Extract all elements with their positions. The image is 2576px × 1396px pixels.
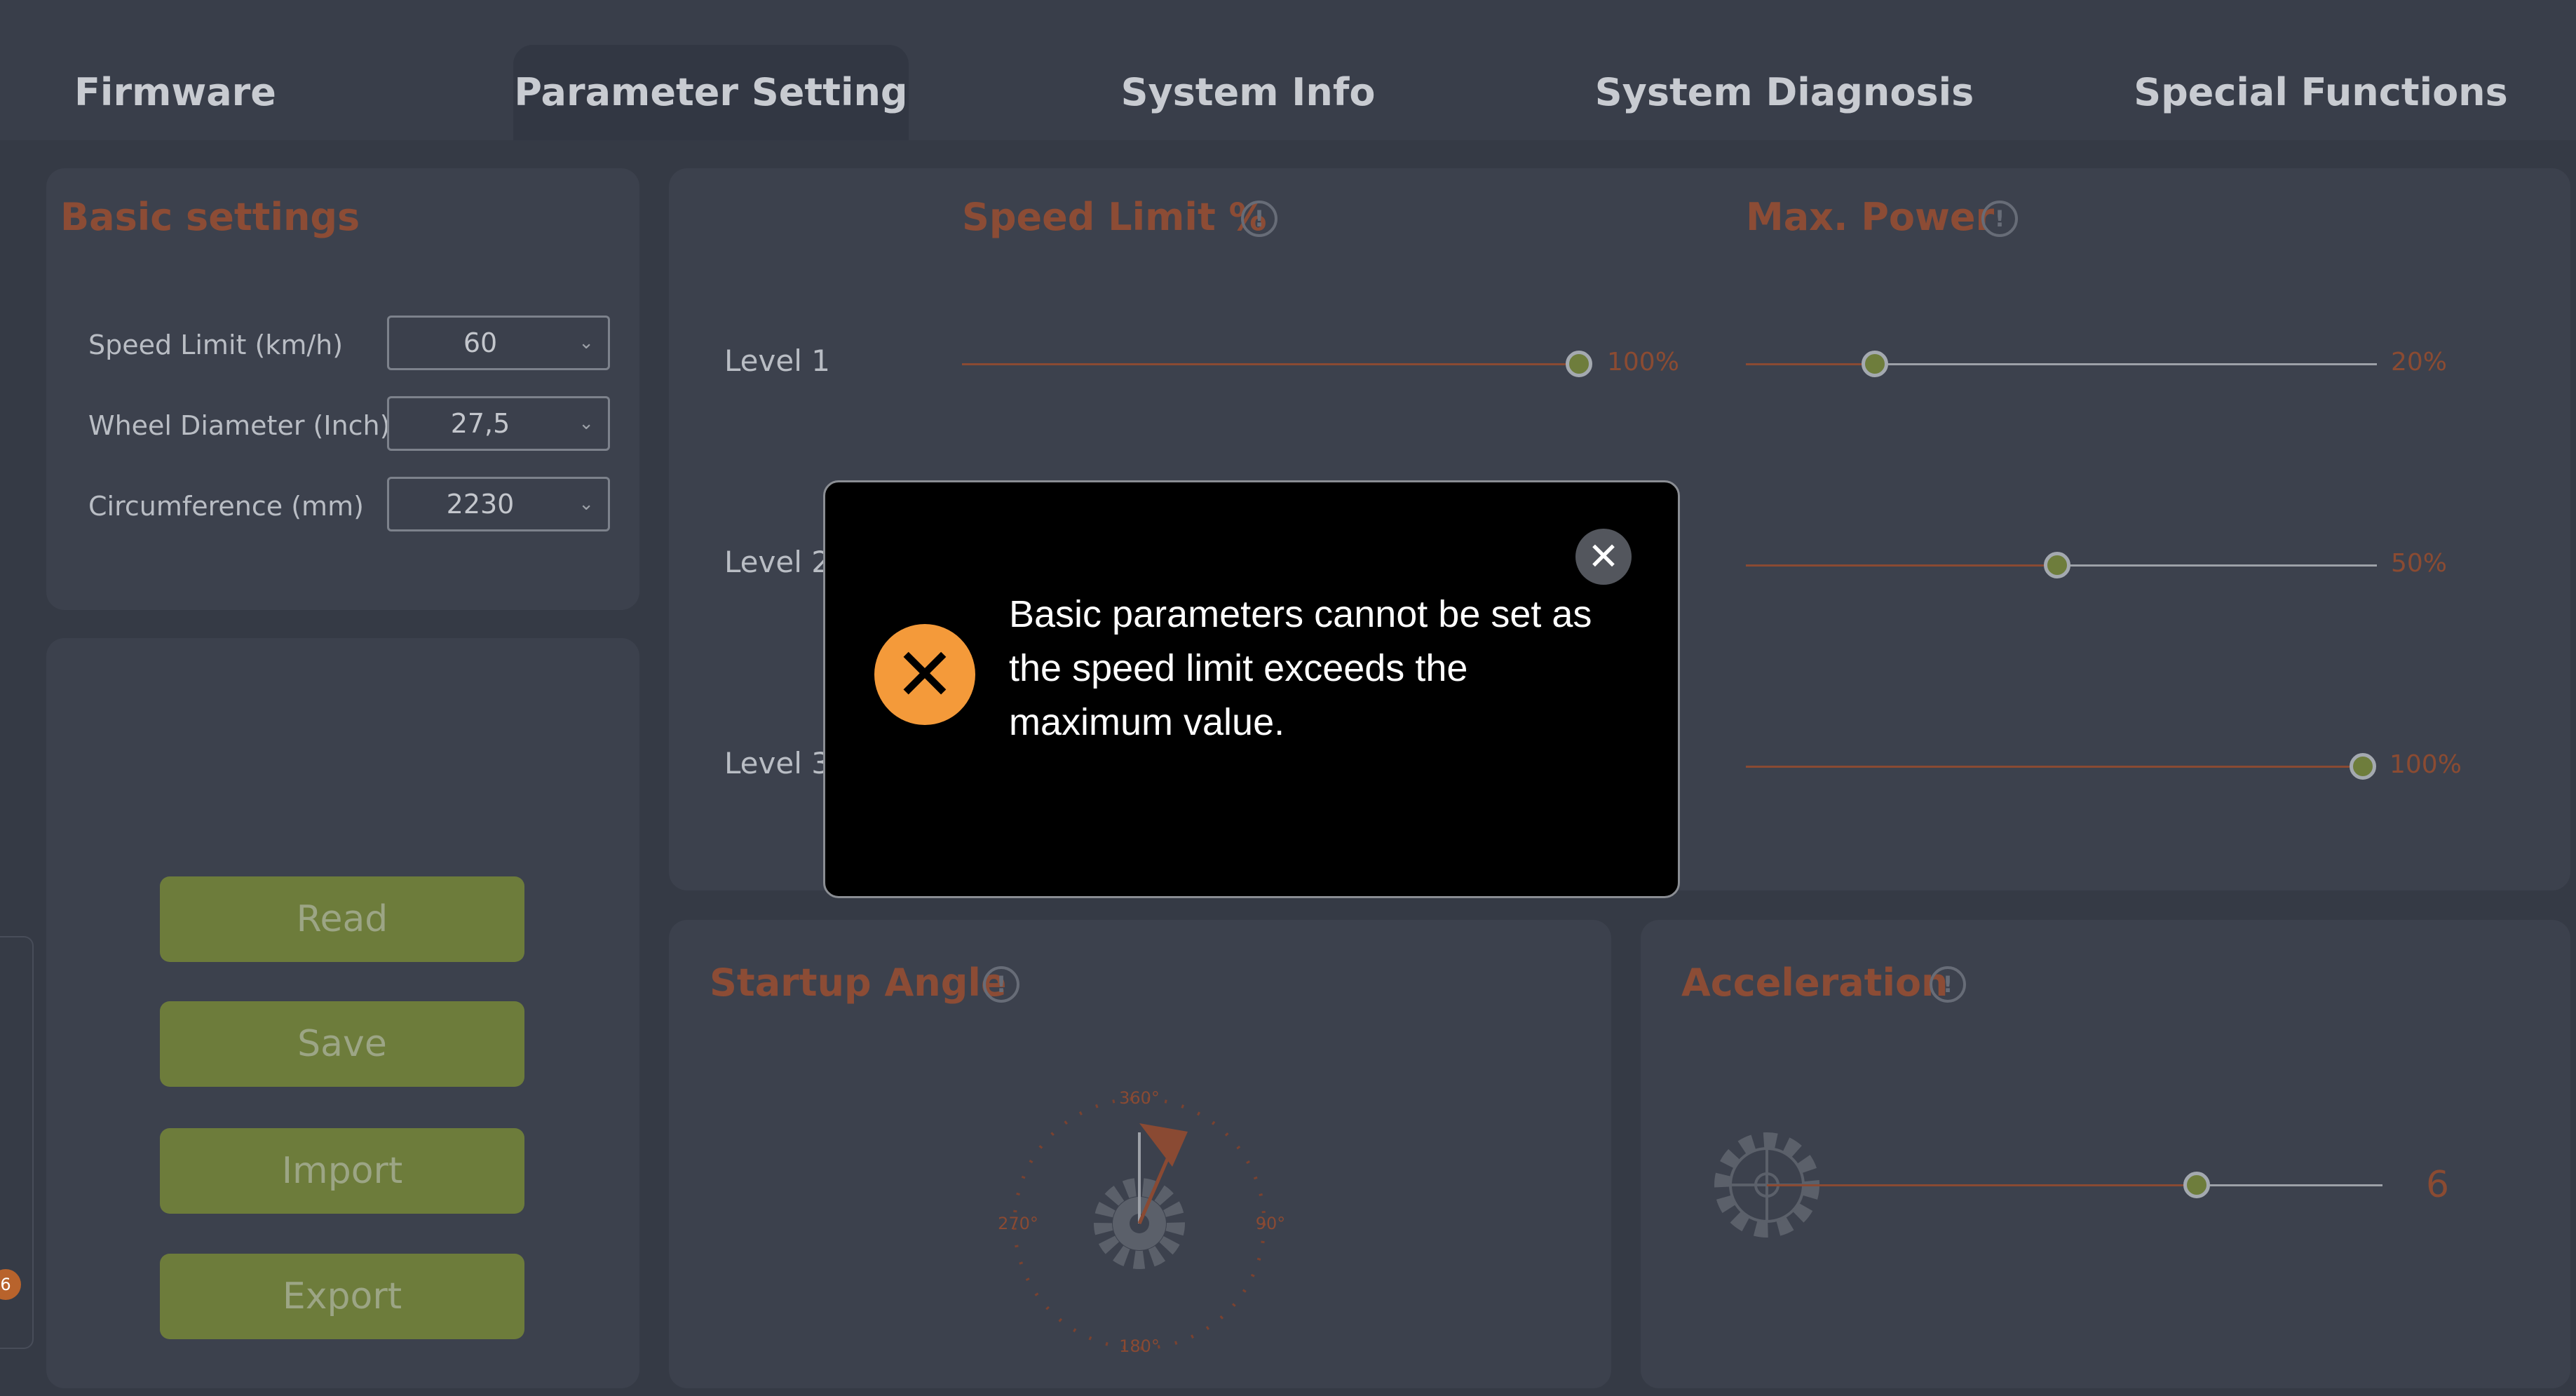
angle-tick-right: 90° (1256, 1214, 1286, 1233)
basic-settings-panel: Basic settings Speed Limit (km/h) 60 ⌄ W… (46, 168, 639, 610)
error-icon: ✕ (874, 624, 975, 725)
level-1-power-track[interactable] (1875, 363, 2377, 365)
level-2-power-track[interactable] (2057, 564, 2377, 567)
angle-tick-left: 270° (998, 1214, 1038, 1233)
level-2-power-slider-thumb[interactable] (2044, 552, 2070, 578)
level-1-power-track-filled[interactable] (1746, 363, 1875, 365)
level-2-power-value: 50% (2391, 549, 2448, 578)
level-3-label: Level 3 (724, 746, 830, 780)
wheel-diameter-label: Wheel Diameter (Inch) (88, 410, 391, 441)
speed-limit-label: Speed Limit (km/h) (88, 330, 344, 360)
import-button[interactable]: Import (160, 1128, 524, 1214)
chevron-down-icon: ⌄ (578, 413, 594, 434)
info-icon[interactable]: ! (1981, 201, 2018, 237)
level-1-power-value: 20% (2391, 348, 2448, 377)
tab-special-functions[interactable]: Special Functions (2131, 45, 2510, 140)
level-3-power-track[interactable] (1746, 766, 2363, 768)
tab-system-info[interactable]: System Info (1094, 45, 1402, 140)
info-icon[interactable]: ! (1930, 966, 1966, 1003)
acceleration-track[interactable] (2196, 1184, 2382, 1186)
level-2-power-track-filled[interactable] (1746, 564, 2057, 567)
tab-bar: Firmware Update Parameter Setting System… (0, 0, 2576, 210)
circumference-value: 2230 (446, 489, 515, 520)
tab-system-diagnosis[interactable]: System Diagnosis (1585, 45, 1984, 140)
acceleration-track-filled[interactable] (1767, 1184, 2196, 1186)
circumference-select[interactable]: 2230 ⌄ (387, 477, 610, 531)
level-3-power-slider-thumb[interactable] (2350, 753, 2376, 780)
info-icon[interactable]: ! (983, 966, 1019, 1003)
level-3-power-value: 100% (2389, 750, 2462, 779)
level-1-speed-value: 100% (1607, 348, 1679, 377)
speed-limit-select[interactable]: 60 ⌄ (387, 316, 610, 370)
level-2-label: Level 2 (724, 545, 830, 579)
chevron-down-icon: ⌄ (578, 494, 594, 515)
level-1-label: Level 1 (724, 344, 830, 378)
startup-angle-dial[interactable]: 360° 90° 180° 270° (982, 1080, 1297, 1374)
close-icon[interactable]: ✕ (1575, 529, 1632, 585)
level-1-power-slider-thumb[interactable] (1862, 351, 1888, 377)
tab-parameter-setting[interactable]: Parameter Setting (513, 45, 909, 140)
angle-tick-top: 360° (1119, 1088, 1160, 1108)
save-button[interactable]: Save (160, 1001, 524, 1087)
startup-angle-title: Startup Angle (710, 961, 1007, 1005)
speed-limit-value: 60 (463, 327, 498, 358)
wheel-diameter-value: 27,5 (450, 408, 510, 439)
speed-limit-percent-title: Speed Limit % (962, 195, 1267, 239)
info-icon[interactable]: ! (1241, 201, 1277, 237)
export-button[interactable]: Export (160, 1254, 524, 1339)
basic-settings-title: Basic settings (60, 195, 360, 239)
level-1-speed-slider-track[interactable] (962, 363, 1579, 365)
circumference-label: Circumference (mm) (88, 491, 364, 522)
wheel-diameter-select[interactable]: 27,5 ⌄ (387, 396, 610, 451)
acceleration-value: 6 (2426, 1164, 2450, 1206)
tab-firmware-update[interactable]: Firmware Update (0, 45, 351, 210)
max-power-title: Max. Power (1746, 195, 1995, 239)
error-dialog: ✕ Basic parameters cannot be set as the … (823, 480, 1680, 898)
error-message: Basic parameters cannot be set as the sp… (1009, 593, 1592, 743)
chevron-down-icon: ⌄ (578, 332, 594, 353)
acceleration-title: Acceleration (1681, 961, 1948, 1005)
acceleration-slider-thumb[interactable] (2183, 1172, 2210, 1198)
level-1-speed-slider-thumb[interactable] (1566, 351, 1592, 377)
read-button[interactable]: Read (160, 876, 524, 962)
angle-tick-bottom: 180° (1119, 1336, 1160, 1356)
